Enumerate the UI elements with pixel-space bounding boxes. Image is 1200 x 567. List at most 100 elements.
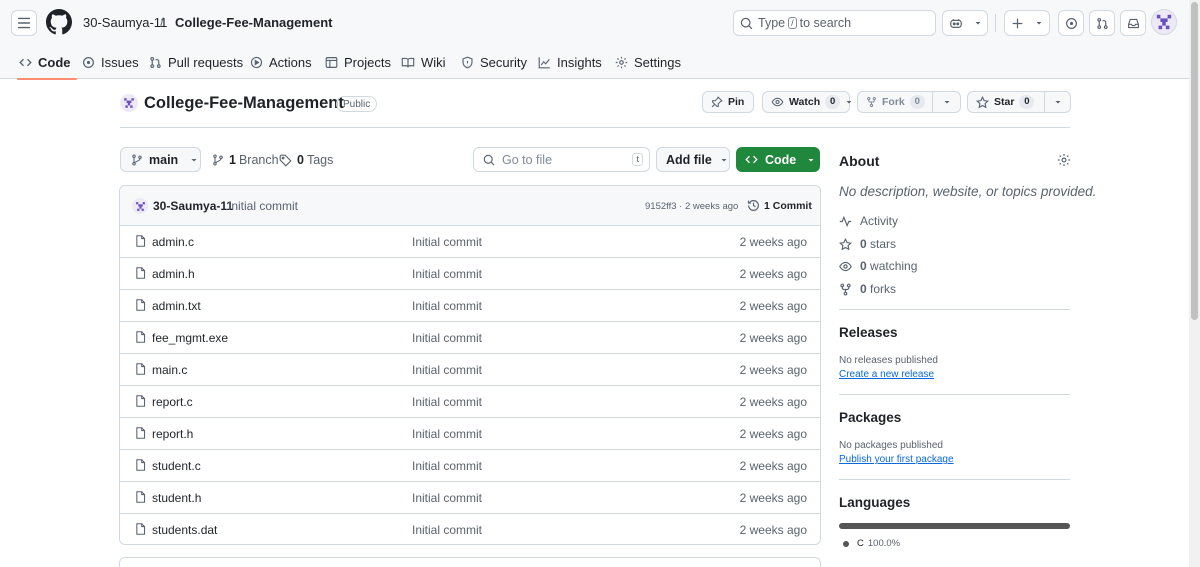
file-name[interactable]: admin.h: [152, 267, 195, 281]
pin-button[interactable]: Pin: [702, 91, 754, 113]
commit-hash-age[interactable]: 9152ff3 · 2 weeks ago: [645, 201, 738, 212]
table-row[interactable]: report.h Initial commit 2 weeks ago: [120, 418, 820, 450]
activity-link[interactable]: Activity: [839, 214, 898, 228]
branch-selector[interactable]: main: [120, 147, 201, 172]
inbox-button[interactable]: [1120, 10, 1146, 36]
code-icon: [19, 56, 32, 69]
file-name[interactable]: student.h: [152, 491, 201, 505]
table-row[interactable]: student.h Initial commit 2 weeks ago: [120, 482, 820, 514]
go-to-file-input[interactable]: Go to file t: [473, 147, 650, 172]
table-row[interactable]: admin.c Initial commit 2 weeks ago: [120, 226, 820, 258]
tab-pull-requests[interactable]: Pull requests: [149, 46, 243, 79]
commit-message[interactable]: Initial commit: [228, 199, 298, 213]
star-label: Star: [994, 96, 1015, 108]
watch-button[interactable]: Watch 0: [762, 91, 852, 113]
releases-heading[interactable]: Releases: [839, 325, 898, 340]
global-search-input[interactable]: Type / to search: [733, 10, 936, 36]
fork-button[interactable]: Fork 0: [857, 91, 961, 113]
file-age: 2 weeks ago: [739, 267, 807, 281]
scrollbar-thumb[interactable]: [1191, 2, 1198, 320]
chevron-down-icon: [943, 98, 951, 106]
tab-actions[interactable]: Actions: [250, 46, 312, 79]
breadcrumb-repo[interactable]: College-Fee-Management: [175, 15, 332, 30]
publish-package-link[interactable]: Publish your first package: [839, 454, 954, 465]
inbox-icon: [1127, 17, 1140, 30]
stars-link[interactable]: 0 stars: [839, 237, 896, 251]
table-row[interactable]: students.dat Initial commit 2 weeks ago: [120, 514, 820, 544]
tab-issues[interactable]: Issues: [82, 46, 139, 79]
issues-shortcut-button[interactable]: [1058, 10, 1084, 36]
file-commit-message[interactable]: Initial commit: [412, 267, 482, 281]
watching-link[interactable]: 0 watching: [839, 259, 917, 273]
repo-title[interactable]: College-Fee-Management: [144, 94, 344, 113]
forks-link[interactable]: 0 forks: [839, 282, 896, 296]
create-release-link[interactable]: Create a new release: [839, 369, 934, 380]
chevron-down-icon: [974, 19, 982, 27]
search-placeholder-suffix: to search: [799, 16, 852, 30]
table-row[interactable]: fee_mgmt.exe Initial commit 2 weeks ago: [120, 322, 820, 354]
page-scrollbar[interactable]: [1189, 0, 1200, 567]
commit-author[interactable]: 30-Saumya-11: [153, 199, 233, 213]
create-new-button[interactable]: [1004, 10, 1050, 36]
gear-icon[interactable]: [1057, 153, 1071, 167]
menu-icon[interactable]: [11, 10, 37, 36]
tab-insights[interactable]: Insights: [538, 46, 602, 79]
branches-link[interactable]: 1 Branch: [212, 153, 279, 167]
tab-settings-label: Settings: [634, 55, 681, 70]
language-item-c[interactable]: C 100.0%: [843, 538, 900, 549]
git-branch-icon: [212, 154, 224, 166]
file-commit-message[interactable]: Initial commit: [412, 395, 482, 409]
code-button[interactable]: Code: [736, 147, 820, 172]
user-avatar[interactable]: [1151, 9, 1177, 35]
table-row[interactable]: main.c Initial commit 2 weeks ago: [120, 354, 820, 386]
github-logo-icon[interactable]: [46, 9, 72, 35]
file-commit-message[interactable]: Initial commit: [412, 363, 482, 377]
file-name[interactable]: report.h: [152, 427, 193, 441]
tab-security[interactable]: Security: [461, 46, 527, 79]
star-button[interactable]: Star 0: [967, 91, 1071, 113]
file-commit-message[interactable]: Initial commit: [412, 235, 482, 249]
chevron-down-icon: [1054, 98, 1062, 106]
tab-projects[interactable]: Projects: [325, 46, 391, 79]
file-commit-message[interactable]: Initial commit: [412, 523, 482, 537]
watching-count: 0: [860, 259, 867, 273]
file-commit-message[interactable]: Initial commit: [412, 299, 482, 313]
language-name: C: [857, 538, 864, 549]
breadcrumb-owner[interactable]: 30-Saumya-11: [83, 15, 167, 30]
add-file-button[interactable]: Add file: [656, 147, 730, 172]
file-name[interactable]: report.c: [152, 395, 193, 409]
copilot-icon: [949, 16, 963, 30]
table-row[interactable]: report.c Initial commit 2 weeks ago: [120, 386, 820, 418]
file-name[interactable]: students.dat: [152, 523, 217, 537]
play-icon: [250, 56, 263, 69]
file-name[interactable]: admin.c: [152, 235, 194, 249]
file-commit-message[interactable]: Initial commit: [412, 427, 482, 441]
tab-settings[interactable]: Settings: [615, 46, 681, 79]
repo-nav-tabs: Code Issues Pull requests Actions Projec…: [0, 46, 1200, 80]
tab-projects-label: Projects: [344, 55, 391, 70]
file-name[interactable]: admin.txt: [152, 299, 201, 313]
table-row[interactable]: admin.txt Initial commit 2 weeks ago: [120, 290, 820, 322]
table-row[interactable]: admin.h Initial commit 2 weeks ago: [120, 258, 820, 290]
tags-link[interactable]: 0 Tags: [279, 153, 333, 167]
file-name[interactable]: fee_mgmt.exe: [152, 331, 228, 345]
table-row[interactable]: student.c Initial commit 2 weeks ago: [120, 450, 820, 482]
commits-history-link[interactable]: 1 Commit: [747, 199, 812, 212]
pull-requests-shortcut-button[interactable]: [1089, 10, 1115, 36]
tab-wiki[interactable]: Wiki: [401, 46, 446, 79]
repo-owner-avatar[interactable]: [120, 94, 138, 112]
tab-code[interactable]: Code: [17, 46, 76, 80]
branches-label: Branch: [238, 153, 279, 167]
file-commit-message[interactable]: Initial commit: [412, 491, 482, 505]
commit-author-avatar[interactable]: [132, 198, 148, 214]
packages-heading[interactable]: Packages: [839, 410, 901, 425]
chevron-down-icon: [720, 156, 728, 164]
file-commit-message[interactable]: Initial commit: [412, 331, 482, 345]
fork-dropdown[interactable]: [932, 92, 960, 112]
watch-label: Watch: [789, 96, 821, 108]
file-name[interactable]: student.c: [152, 459, 201, 473]
star-dropdown[interactable]: [1044, 92, 1070, 112]
copilot-button[interactable]: [942, 10, 988, 36]
file-name[interactable]: main.c: [152, 363, 187, 377]
file-commit-message[interactable]: Initial commit: [412, 459, 482, 473]
